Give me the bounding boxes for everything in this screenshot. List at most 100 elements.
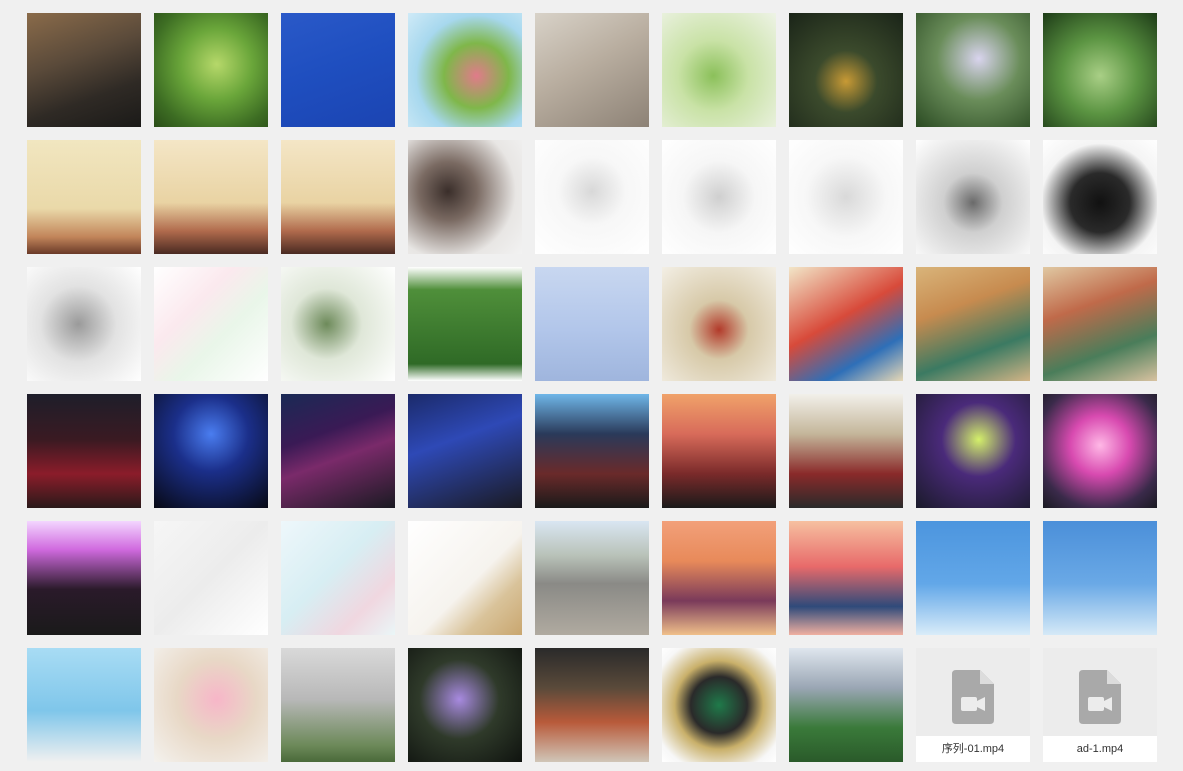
boardwalk-photo-icon bbox=[27, 13, 141, 127]
image-thumbnail-tile[interactable] bbox=[408, 140, 522, 254]
image-thumbnail-tile[interactable] bbox=[789, 267, 903, 381]
green-plant-photo-icon bbox=[154, 13, 268, 127]
portrait-photo-icon bbox=[408, 140, 522, 254]
image-thumbnail-tile[interactable] bbox=[27, 13, 141, 127]
palace-scene-photo-icon bbox=[916, 267, 1030, 381]
file-name-label: ad-1.mp4 bbox=[1043, 736, 1157, 762]
wall-shadow-photo-icon bbox=[408, 521, 522, 635]
image-thumbnail-tile[interactable] bbox=[281, 521, 395, 635]
video-file-icon bbox=[1079, 670, 1121, 724]
image-thumbnail-tile[interactable] bbox=[154, 521, 268, 635]
video-file-icon bbox=[952, 670, 994, 724]
image-thumbnail-tile[interactable] bbox=[662, 140, 776, 254]
image-thumbnail-tile[interactable] bbox=[535, 140, 649, 254]
ink-painting-photo-icon bbox=[662, 267, 776, 381]
performance-stage-photo-icon bbox=[789, 394, 903, 508]
image-thumbnail-tile[interactable] bbox=[916, 394, 1030, 508]
image-thumbnail-tile[interactable] bbox=[27, 648, 141, 762]
lotus-leaf-photo-icon bbox=[1043, 13, 1157, 127]
green-bud-photo-icon bbox=[662, 13, 776, 127]
image-thumbnail-tile[interactable] bbox=[535, 648, 649, 762]
image-thumbnail-tile[interactable] bbox=[535, 267, 649, 381]
family-illustration-photo-icon bbox=[662, 521, 776, 635]
image-thumbnail-tile[interactable] bbox=[535, 13, 649, 127]
image-thumbnail-tile[interactable] bbox=[789, 394, 903, 508]
image-thumbnail-tile[interactable] bbox=[789, 648, 903, 762]
sketch-character-photo-icon bbox=[916, 140, 1030, 254]
image-thumbnail-tile[interactable] bbox=[916, 13, 1030, 127]
sketch-scene-photo-icon bbox=[27, 267, 141, 381]
video-file-tile[interactable]: 序列-01.mp4 bbox=[916, 648, 1030, 762]
choir-stage-photo-icon bbox=[27, 394, 141, 508]
fan-dance-photo-icon bbox=[1043, 394, 1157, 508]
image-thumbnail-tile[interactable] bbox=[662, 13, 776, 127]
blue-sky-contrail-photo-icon bbox=[281, 13, 395, 127]
file-name-label: 序列-01.mp4 bbox=[916, 736, 1030, 762]
illustration-girl-photo-icon bbox=[535, 140, 649, 254]
image-thumbnail-tile[interactable] bbox=[27, 140, 141, 254]
poster-warrior-photo-icon bbox=[27, 140, 141, 254]
image-thumbnail-tile[interactable] bbox=[408, 521, 522, 635]
image-thumbnail-tile[interactable] bbox=[281, 648, 395, 762]
image-thumbnail-tile[interactable] bbox=[535, 394, 649, 508]
image-thumbnail-tile[interactable] bbox=[154, 13, 268, 127]
image-thumbnail-tile[interactable] bbox=[916, 140, 1030, 254]
banner-stage-photo-icon bbox=[408, 394, 522, 508]
group-photo-icon bbox=[27, 521, 141, 635]
sprout-wall-photo-icon bbox=[281, 648, 395, 762]
image-thumbnail-tile[interactable] bbox=[789, 521, 903, 635]
image-thumbnail-tile[interactable] bbox=[662, 394, 776, 508]
courtyard-scene-photo-icon bbox=[1043, 267, 1157, 381]
image-thumbnail-tile[interactable] bbox=[154, 140, 268, 254]
image-thumbnail-tile[interactable] bbox=[154, 648, 268, 762]
image-thumbnail-tile[interactable] bbox=[662, 267, 776, 381]
screen-stage-photo-icon bbox=[535, 394, 649, 508]
image-thumbnail-tile[interactable] bbox=[154, 394, 268, 508]
image-thumbnail-tile[interactable] bbox=[1043, 521, 1157, 635]
image-thumbnail-tile[interactable] bbox=[281, 13, 395, 127]
singer-stage-photo-icon bbox=[281, 394, 395, 508]
cat-photo-icon bbox=[535, 13, 649, 127]
image-thumbnail-tile[interactable] bbox=[1043, 267, 1157, 381]
image-thumbnail-tile[interactable] bbox=[408, 13, 522, 127]
image-thumbnail-tile[interactable] bbox=[662, 521, 776, 635]
image-thumbnail-tile[interactable] bbox=[281, 140, 395, 254]
strawberry-sky-photo-icon bbox=[1043, 521, 1157, 635]
world-cup-trophy-photo-icon bbox=[789, 648, 903, 762]
couple-illustration-photo-icon bbox=[789, 521, 903, 635]
image-thumbnail-tile[interactable] bbox=[789, 13, 903, 127]
lawn-couple-photo-icon bbox=[408, 267, 522, 381]
image-thumbnail-tile[interactable] bbox=[281, 267, 395, 381]
image-thumbnail-tile[interactable] bbox=[27, 394, 141, 508]
peach-blossom-photo-icon bbox=[408, 13, 522, 127]
image-thumbnail-tile[interactable] bbox=[27, 521, 141, 635]
illustration-figures-photo-icon bbox=[662, 140, 776, 254]
image-thumbnail-tile[interactable] bbox=[916, 267, 1030, 381]
image-thumbnail-tile[interactable] bbox=[789, 140, 903, 254]
lilac-flower-photo-icon bbox=[916, 13, 1030, 127]
image-thumbnail-tile[interactable] bbox=[408, 267, 522, 381]
dancer-stage-photo-icon bbox=[662, 394, 776, 508]
image-thumbnail-tile[interactable] bbox=[408, 394, 522, 508]
video-file-tile[interactable]: ad-1.mp4 bbox=[1043, 648, 1157, 762]
purple-flower-photo-icon bbox=[408, 648, 522, 762]
image-thumbnail-tile[interactable] bbox=[916, 521, 1030, 635]
image-thumbnail-tile[interactable] bbox=[1043, 394, 1157, 508]
kiwi-sky-photo-icon bbox=[916, 521, 1030, 635]
handrail-photo-icon bbox=[154, 521, 268, 635]
media-grid: 序列-01.mp4 ad-1.mp4 bbox=[27, 13, 1157, 762]
bird-photo-icon bbox=[789, 13, 903, 127]
image-thumbnail-tile[interactable] bbox=[1043, 13, 1157, 127]
image-thumbnail-tile[interactable] bbox=[281, 394, 395, 508]
image-thumbnail-tile[interactable] bbox=[154, 267, 268, 381]
pink-blossom-photo-icon bbox=[154, 648, 268, 762]
traditional-figures-photo-icon bbox=[789, 267, 903, 381]
umbrella-figure-photo-icon bbox=[1043, 140, 1157, 254]
image-thumbnail-tile[interactable] bbox=[27, 267, 141, 381]
image-thumbnail-tile[interactable] bbox=[1043, 140, 1157, 254]
parachute-illustration-photo-icon bbox=[27, 648, 141, 762]
spotlight-speaker-photo-icon bbox=[916, 394, 1030, 508]
image-thumbnail-tile[interactable] bbox=[662, 648, 776, 762]
image-thumbnail-tile[interactable] bbox=[408, 648, 522, 762]
image-thumbnail-tile[interactable] bbox=[535, 521, 649, 635]
